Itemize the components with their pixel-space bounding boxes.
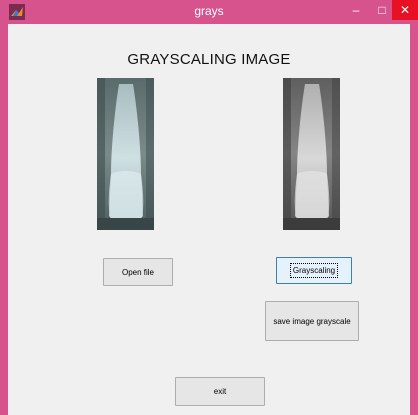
close-button[interactable]: ✕ — [392, 0, 418, 20]
grayscaling-label: Grayscaling — [289, 263, 339, 278]
open-file-button[interactable]: Open file — [103, 258, 173, 286]
exit-button[interactable]: exit — [175, 377, 265, 406]
title-bar[interactable]: grays – □ ✕ — [0, 0, 418, 24]
exit-label: exit — [213, 387, 227, 396]
page-title: GRAYSCALING IMAGE — [127, 51, 291, 68]
save-image-grayscale-button[interactable]: save image grayscale — [265, 301, 359, 341]
save-image-label: save image grayscale — [273, 316, 351, 326]
grayscaling-button[interactable]: Grayscaling — [276, 257, 352, 284]
minimize-button[interactable]: – — [342, 0, 370, 20]
original-xray-image — [97, 78, 154, 230]
app-window: grays – □ ✕ GRAYSCALING IMAGE Open file … — [0, 0, 418, 415]
figure-client-area: GRAYSCALING IMAGE Open file Grayscaling … — [8, 24, 410, 415]
open-file-label: Open file — [121, 267, 155, 277]
grayscale-xray-image — [283, 78, 340, 230]
